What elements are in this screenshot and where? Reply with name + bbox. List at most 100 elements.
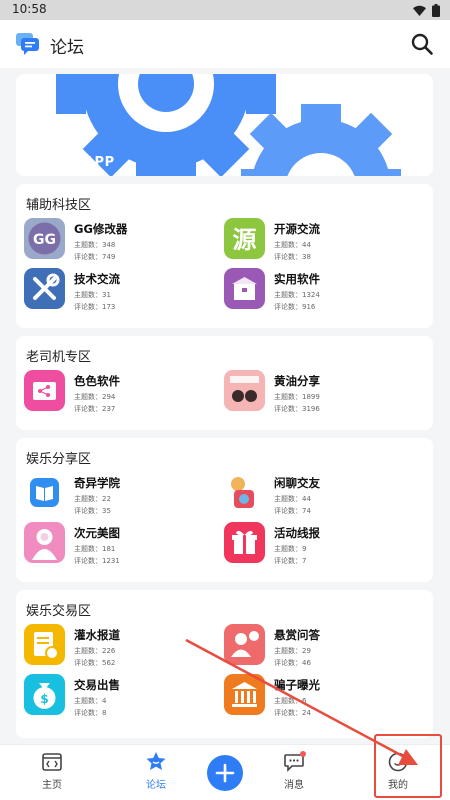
tools-icon: [24, 268, 65, 309]
nav-home[interactable]: 主页: [22, 751, 82, 799]
bank-icon: [224, 674, 265, 715]
topic-count: 主题数：1899: [274, 393, 320, 401]
new-post-button[interactable]: [207, 755, 243, 791]
forum-content[interactable]: APP 辅助科技区 GG GG修改器 主题数：348 评论数：749 源 开源交…: [0, 68, 450, 744]
topic-count: 主题数：1324: [274, 291, 320, 299]
comment-count: 评论数：1231: [74, 557, 120, 565]
board-name: 悬赏问答: [274, 628, 320, 642]
code-window-icon: [42, 753, 62, 771]
comment-count: 评论数：8: [74, 709, 107, 717]
app-header: 论坛: [0, 20, 450, 68]
board-butter-share[interactable]: 黄油分享 主题数：1899 评论数：3196: [224, 370, 424, 414]
topic-count: 主题数：181: [74, 545, 116, 553]
board-colorful-software[interactable]: 色色软件 主题数：294 评论数：237: [24, 370, 224, 414]
gg-modifier-icon: GG: [24, 218, 65, 259]
svg-text:源: 源: [233, 226, 257, 254]
anime-girl-icon: [24, 522, 65, 563]
section-tech-assist: 辅助科技区 GG GG修改器 主题数：348 评论数：749 源 开源交流 主题…: [16, 184, 433, 328]
nav-forum[interactable]: 论坛: [126, 751, 186, 799]
user-question-icon: [224, 624, 265, 665]
banner-carousel[interactable]: APP: [16, 74, 433, 176]
comment-count: 评论数：237: [74, 405, 116, 413]
board-utility-software[interactable]: 实用软件 主题数：1324 评论数：916: [224, 268, 424, 312]
comment-count: 评论数：916: [274, 303, 316, 311]
comment-count: 评论数：24: [274, 709, 311, 717]
topic-count: 主题数：31: [74, 291, 111, 299]
board-scammer-exposure[interactable]: 骗子曝光 主题数：6 评论数：24: [224, 674, 424, 718]
board-name: 骗子曝光: [274, 678, 320, 692]
wifi-icon: [413, 5, 426, 16]
board-open-source[interactable]: 源 开源交流 主题数：44 评论数：38: [224, 218, 424, 262]
status-time: 10:58: [12, 2, 47, 16]
topic-count: 主题数：22: [74, 495, 111, 503]
comment-count: 评论数：3196: [274, 405, 320, 413]
board-name: 色色软件: [74, 374, 120, 388]
topic-count: 主题数：226: [74, 647, 116, 655]
board-trade-sale[interactable]: $ 交易出售 主题数：4 评论数：8: [24, 674, 224, 718]
carousel-indicator: [394, 161, 399, 166]
board-name: 实用软件: [274, 272, 320, 286]
section-title: 娱乐分享区: [26, 452, 92, 467]
nav-messages-label: 消息: [284, 780, 304, 791]
topic-count: 主题数：29: [274, 647, 311, 655]
gift-icon: [224, 522, 265, 563]
board-event-news[interactable]: 活动线报 主题数：9 评论数：7: [224, 522, 424, 566]
board-water-report[interactable]: 灌水报道 主题数：226 评论数：562: [24, 624, 224, 668]
board-anime-pictures[interactable]: 次元美图 主题数：181 评论数：1231: [24, 522, 224, 566]
comment-count: 评论数：74: [274, 507, 311, 515]
svg-text:$: $: [40, 692, 48, 706]
board-tech-exchange[interactable]: 技术交流 主题数：31 评论数：173: [24, 268, 224, 312]
comment-count: 评论数：562: [74, 659, 116, 667]
star-chat-icon: [146, 752, 166, 770]
board-strange-academy[interactable]: 奇异学院 主题数：22 评论数：35: [24, 472, 224, 516]
topic-count: 主题数：44: [274, 495, 311, 503]
topic-count: 主题数：294: [74, 393, 116, 401]
comment-count: 评论数：46: [274, 659, 311, 667]
gear-illustration: [16, 74, 433, 176]
anime-pair-icon: [224, 370, 265, 411]
topic-count: 主题数：9: [274, 545, 307, 553]
search-icon[interactable]: [410, 32, 434, 56]
section-veteran-zone: 老司机专区 色色软件 主题数：294 评论数：237 黄油分享 主题数：1899…: [16, 336, 433, 430]
status-icons: [413, 4, 440, 17]
page-title: 论坛: [50, 38, 84, 58]
board-name: 黄油分享: [274, 374, 320, 388]
section-entertainment-share: 娱乐分享区 奇异学院 主题数：22 评论数：35 闲聊交友 主题数：44 评论数…: [16, 438, 433, 582]
topic-count: 主题数：4: [74, 697, 107, 705]
board-bounty-qa[interactable]: 悬赏问答 主题数：29 评论数：46: [224, 624, 424, 668]
plus-icon: [215, 763, 235, 783]
board-name: GG修改器: [74, 222, 128, 236]
comment-count: 评论数：35: [74, 507, 111, 515]
notification-dot: [300, 751, 306, 757]
forum-logo-icon: [16, 33, 39, 55]
money-bag-icon: $: [24, 674, 65, 715]
annotation-highlight-box: [374, 734, 442, 798]
share-folder-icon: [24, 370, 65, 411]
topic-count: 主题数：44: [274, 241, 311, 249]
board-name: 奇异学院: [74, 476, 120, 490]
topic-count: 主题数：348: [74, 241, 116, 249]
document-clock-icon: [24, 624, 65, 665]
nav-messages[interactable]: 消息: [264, 751, 324, 799]
board-name: 活动线报: [274, 526, 320, 540]
board-name: 次元美图: [74, 526, 120, 540]
section-title: 辅助科技区: [26, 198, 92, 213]
comment-count: 评论数：173: [74, 303, 116, 311]
nav-forum-label: 论坛: [146, 780, 166, 791]
section-title: 老司机专区: [26, 350, 92, 365]
banner-label: APP: [84, 155, 115, 170]
board-name: 闲聊交友: [274, 476, 320, 490]
comment-count: 评论数：38: [274, 253, 311, 261]
nav-home-label: 主页: [42, 780, 62, 791]
status-bar: 10:58: [0, 0, 450, 20]
svg-text:GG: GG: [33, 232, 56, 248]
section-title: 娱乐交易区: [26, 604, 92, 619]
board-name: 开源交流: [274, 222, 320, 236]
board-name: 技术交流: [74, 272, 120, 286]
comment-count: 评论数：7: [274, 557, 307, 565]
board-name: 交易出售: [74, 678, 120, 692]
board-gg-modifier[interactable]: GG GG修改器 主题数：348 评论数：749: [24, 218, 224, 262]
topic-count: 主题数：6: [274, 697, 307, 705]
board-chat-friends[interactable]: 闲聊交友 主题数：44 评论数：74: [224, 472, 424, 516]
comment-count: 评论数：749: [74, 253, 116, 261]
